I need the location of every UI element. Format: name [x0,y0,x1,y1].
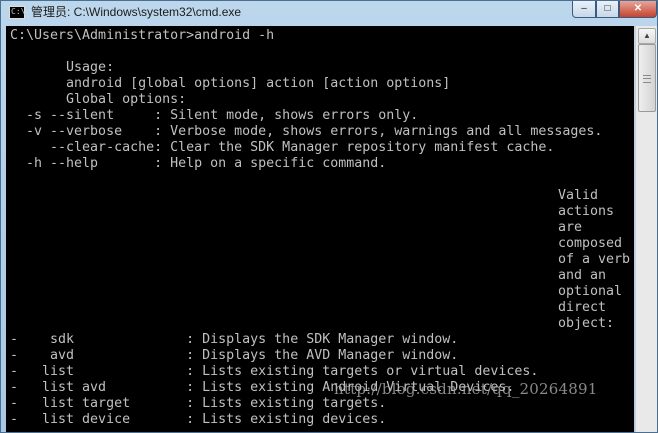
title-bar[interactable]: C:\ 管理员: C:\Windows\system32\cmd.exe – □… [1,1,657,25]
watermark-text: http://blog.csdn.net/qq_20264891 [334,380,598,398]
actions-description-line: Valid [558,188,599,203]
console-action-list-target: - list target : Lists existing targets. [10,396,387,411]
actions-description-line: actions [558,204,615,219]
console-action-list-device: - list device : Lists existing devices. [10,412,387,427]
console-line-clear-cache: --clear-cache: Clear the SDK Manager rep… [10,140,555,155]
console-line-verbose: -v --verbose : Verbose mode, shows error… [10,124,603,139]
console-line-usage: Usage: [10,60,115,75]
actions-description-line: composed [558,236,623,251]
console-action-sdk: - sdk : Displays the SDK Manager window. [10,332,459,347]
actions-description: Valid actions are composed of a verb and… [558,188,632,332]
close-button[interactable]: ✕ [619,1,657,18]
console-action-avd: - avd : Displays the AVD Manager window. [10,348,459,363]
vertical-scrollbar[interactable]: ▲ [635,26,657,432]
scrollbar-thumb[interactable] [638,44,656,112]
cmd-app-icon-label: C:\ [11,7,26,16]
actions-description-line: are [558,220,583,235]
scrollbar-grip-icon [643,75,651,83]
console-line-global-options: Global options: [10,92,187,107]
actions-description-line: and an [558,268,607,283]
console-line-help: -h --help : Help on a specific command. [10,156,387,171]
scroll-up-arrow-icon[interactable]: ▲ [638,28,656,44]
window-title: 管理员: C:\Windows\system32\cmd.exe [31,5,242,19]
console-line-silent: -s --silent : Silent mode, shows errors … [10,108,419,123]
console-line-usage-syntax: android [global options] action [action … [10,76,451,91]
console-line-prompt: C:\Users\Administrator>android -h [10,28,275,43]
cmd-window: C:\ 管理员: C:\Windows\system32\cmd.exe – □… [0,0,658,433]
console-action-list: - list : Lists existing targets or virtu… [10,364,539,379]
actions-description-line: optional [558,284,623,299]
actions-description-line: of a verb [558,252,631,267]
console-output[interactable]: C:\Users\Administrator>android -h Usage:… [6,26,634,432]
minimize-button[interactable]: – [572,1,596,18]
maximize-button[interactable]: □ [596,1,619,18]
actions-description-line: direct [558,300,607,315]
cmd-app-icon[interactable]: C:\ [9,6,25,19]
actions-description-line: object: [558,316,615,331]
